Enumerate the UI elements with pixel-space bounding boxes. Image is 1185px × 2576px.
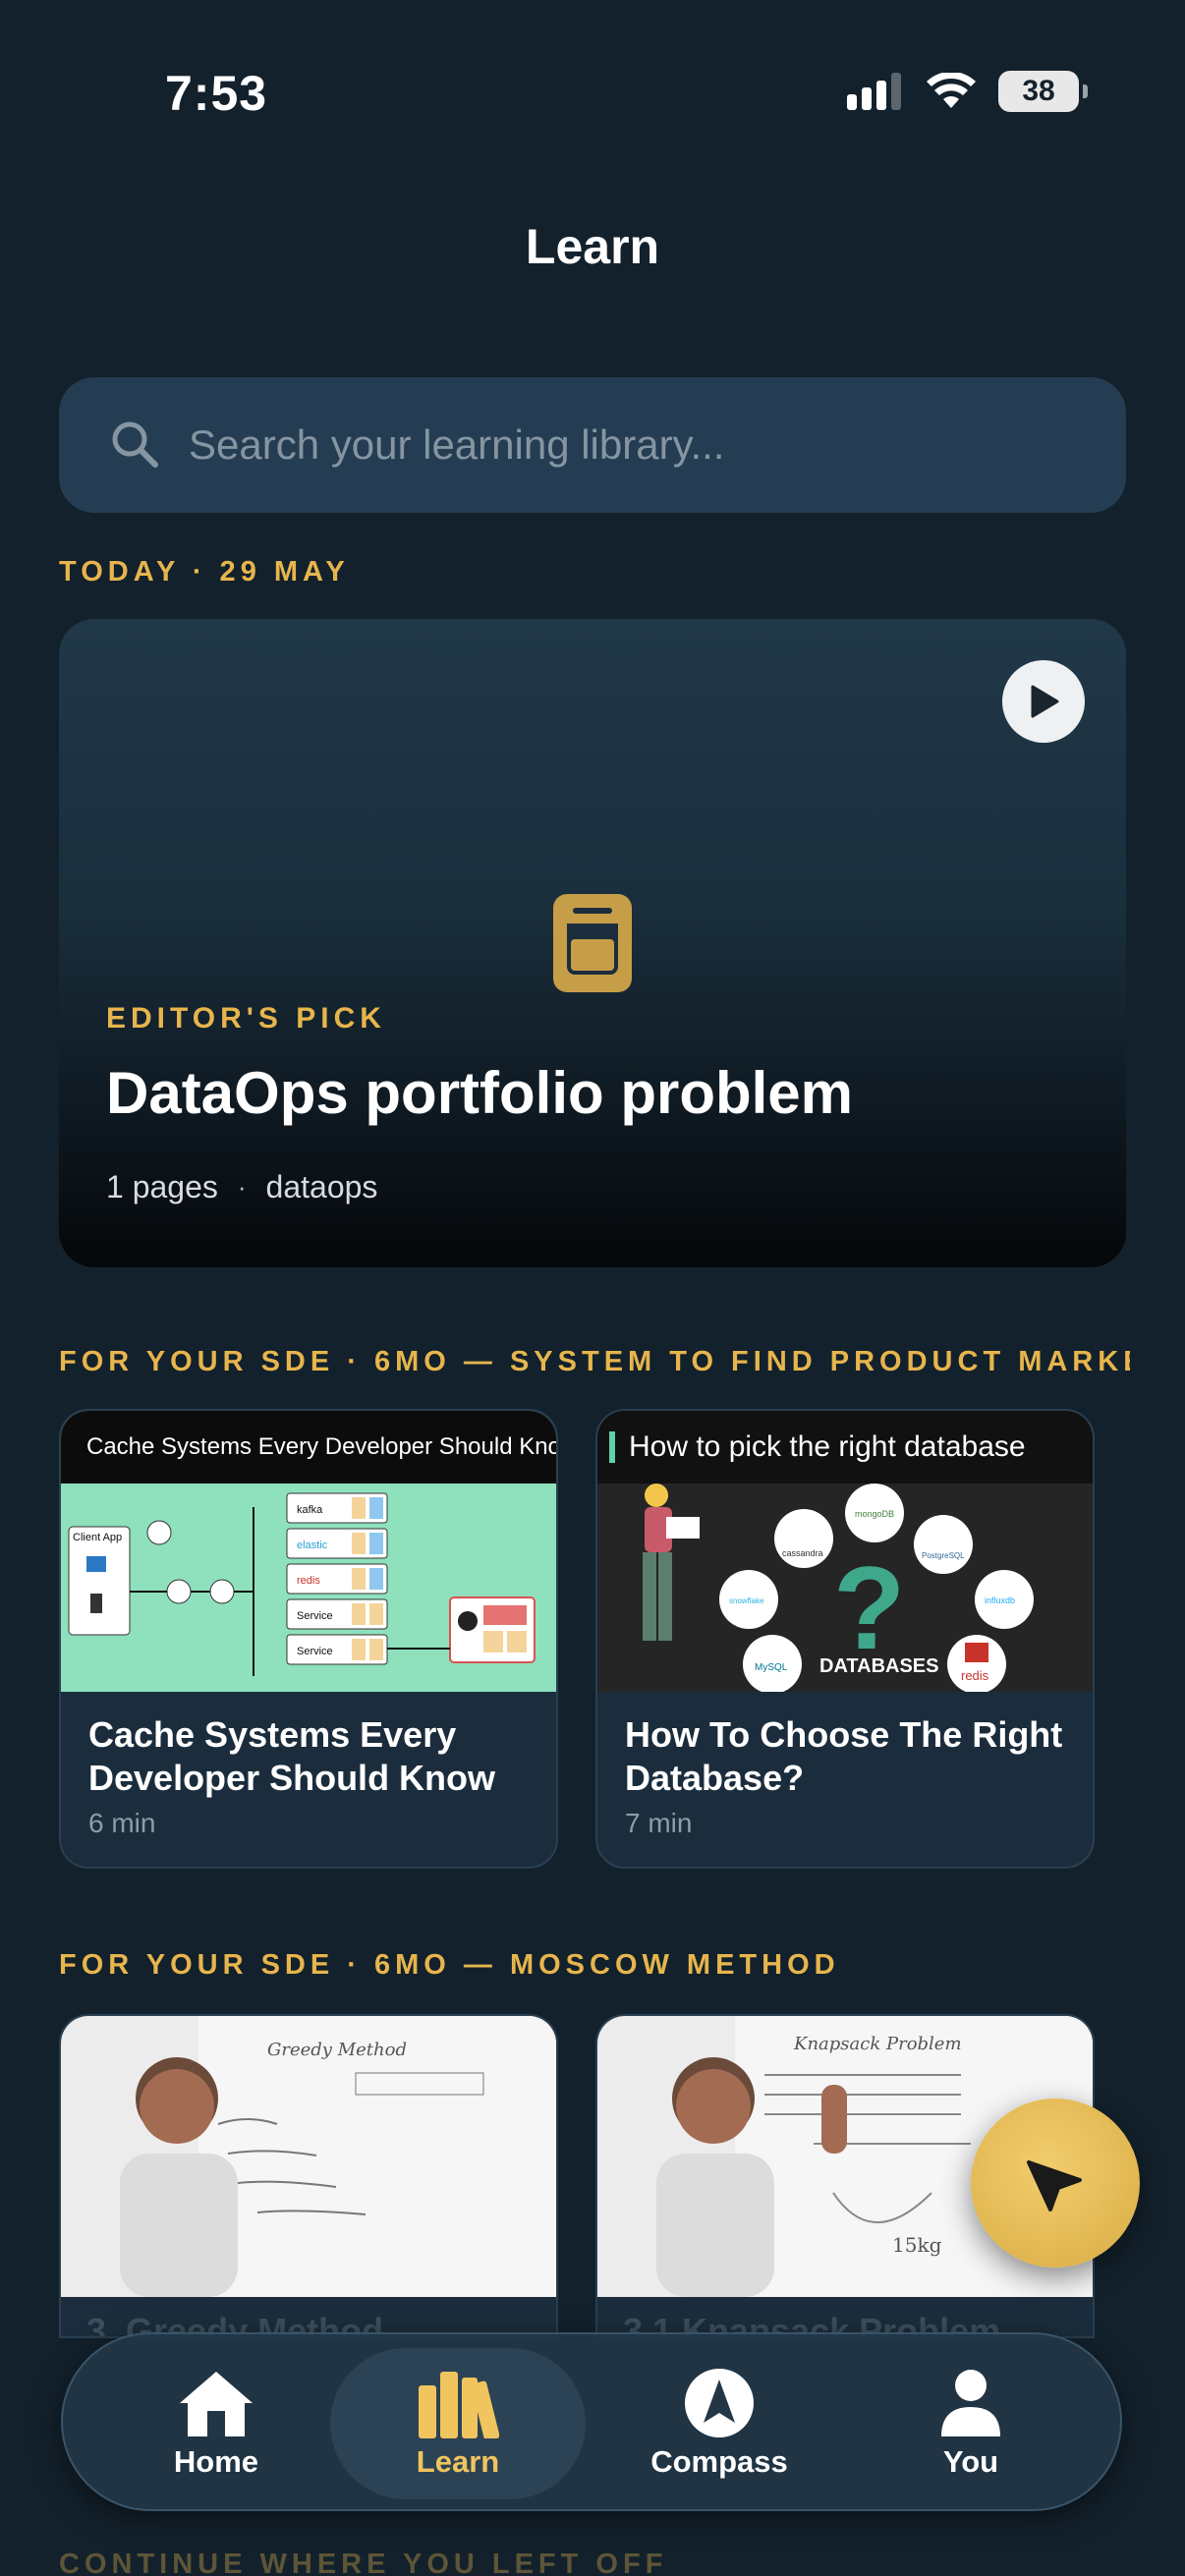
diagram-item: redis	[297, 1575, 320, 1587]
tab-label: You	[942, 2444, 999, 2479]
db-logo-label: mongoDB	[855, 1509, 894, 1519]
card-duration: 6 min	[88, 1808, 156, 1838]
db-logo-label: influxdb	[985, 1596, 1015, 1605]
home-icon	[180, 2372, 253, 2436]
diagram-item: Service	[297, 1646, 333, 1657]
hero-pages: 1 pages	[106, 1169, 218, 1204]
navigate-fab[interactable]	[971, 2099, 1140, 2268]
section-label-today: TODAY · 29 MAY	[59, 556, 350, 588]
whiteboard-text: Greedy Method	[267, 2040, 407, 2060]
hero-title: DataOps portfolio problem	[106, 1060, 854, 1126]
db-logo-label: snowflake	[729, 1596, 764, 1605]
tab-learn[interactable]: Learn	[330, 2348, 586, 2499]
battery-indicator: 38	[998, 71, 1088, 112]
status-icons: 38	[847, 71, 1088, 112]
card-title: How To Choose The Right Database?	[625, 1714, 1063, 1798]
whiteboard-text: Knapsack Problem	[793, 2034, 962, 2054]
hero-meta: 1 pages · dataops	[106, 1169, 377, 1205]
card-thumbnail: Cache Systems Every Developer Should Kno…	[61, 1411, 556, 1692]
meta-separator: ·	[237, 1172, 247, 1202]
thumbnail-title: Cache Systems Every Developer Should Kno…	[86, 1433, 558, 1460]
db-logo-label: redis	[961, 1668, 989, 1683]
section-label-continue: CONTINUE WHERE YOU LEFT OFF	[59, 2548, 668, 2576]
play-icon	[1031, 685, 1059, 718]
person-icon	[941, 2370, 1000, 2436]
signal-icon	[847, 73, 901, 110]
diagram-item: Service	[297, 1610, 333, 1622]
document-icon	[553, 894, 632, 992]
question-mark: ?	[833, 1542, 905, 1674]
play-button[interactable]	[1002, 660, 1085, 743]
search-icon	[112, 421, 158, 468]
status-time: 7:53	[165, 66, 268, 121]
db-caption: DATABASES	[819, 1655, 938, 1677]
search-bar[interactable]	[59, 377, 1126, 513]
tab-label: Compass	[650, 2444, 788, 2479]
wifi-icon	[927, 73, 976, 108]
tab-label: Home	[173, 2444, 259, 2479]
card-thumbnail: How to pick the right database cassandra…	[597, 1411, 1093, 1692]
thumbnail-header: How to pick the right database	[597, 1411, 1093, 1484]
diagram-item: elastic	[297, 1540, 328, 1551]
cursor-arrow-icon	[1027, 2160, 1082, 2212]
section-label-system: FOR YOUR SDE · 6MO — SYSTEM TO FIND PROD…	[59, 1346, 1130, 1377]
books-icon	[419, 2372, 499, 2438]
hero-tag: dataops	[265, 1169, 378, 1204]
db-logo-label: PostgreSQL	[922, 1551, 965, 1560]
db-logo-label: cassandra	[782, 1548, 823, 1558]
whiteboard-weight: 15kg	[892, 2233, 942, 2257]
diagram-client-label: Client App	[73, 1532, 122, 1543]
tab-home[interactable]: Home	[88, 2348, 344, 2499]
page-title: Learn	[525, 219, 660, 274]
featured-card[interactable]: EDITOR'S PICK DataOps portfolio problem …	[59, 619, 1126, 1267]
search-input[interactable]	[189, 421, 1073, 469]
hero-kicker: EDITOR'S PICK	[106, 1002, 386, 1035]
section-label-moscow: FOR YOUR SDE · 6MO — MOSCOW METHOD	[59, 1949, 840, 1981]
card-title: Cache Systems Every Developer Should Kno…	[88, 1714, 496, 1798]
video-thumbnail: Greedy Method	[61, 2016, 556, 2297]
video-card[interactable]: Greedy Method 3. Greedy Method	[59, 2014, 558, 2338]
cache-diagram: Client App kafka elastic redis Service S…	[68, 1492, 536, 1676]
tab-label: Learn	[416, 2444, 500, 2479]
compass-icon	[685, 2369, 754, 2437]
db-logo-label: MySQL	[755, 1662, 788, 1673]
tab-compass[interactable]: Compass	[592, 2348, 847, 2499]
status-bar: 7:53 38	[0, 0, 1185, 187]
diagram-item: kafka	[297, 1504, 323, 1516]
card-duration: 7 min	[625, 1808, 693, 1838]
content-card[interactable]: Cache Systems Every Developer Should Kno…	[59, 1409, 558, 1869]
thumbnail-title: How to pick the right database	[629, 1430, 1026, 1463]
content-card[interactable]: How to pick the right database cassandra…	[595, 1409, 1095, 1869]
database-illustration: cassandra mongoDB PostgreSQL snowflake i…	[643, 1484, 1034, 1692]
bottom-tab-bar: Home Learn Compass You	[61, 2332, 1122, 2511]
thumbnail-header: Cache Systems Every Developer Should Kno…	[61, 1411, 556, 1484]
tab-you[interactable]: You	[843, 2348, 1099, 2499]
